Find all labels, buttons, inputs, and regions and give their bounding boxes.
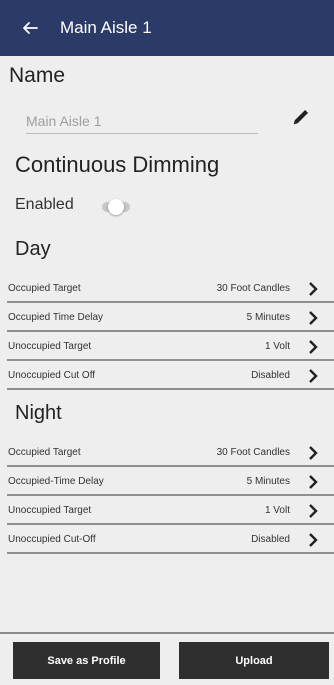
chevron-right-icon bbox=[300, 279, 326, 299]
chevron-right-icon bbox=[300, 472, 326, 492]
row-label: Occupied Time Delay bbox=[8, 312, 104, 323]
day-row-occupied-time-delay[interactable]: Occupied Time Delay 5 Minutes bbox=[7, 305, 334, 332]
enabled-label: Enabled bbox=[15, 196, 74, 213]
night-row-occupied-time-delay[interactable]: Occupied-Time Delay 5 Minutes bbox=[7, 469, 334, 496]
day-row-unoccupied-target[interactable]: Unoccupied Target 1 Volt bbox=[7, 334, 334, 361]
chevron-right-icon bbox=[300, 443, 326, 463]
row-value: 30 Foot Candles bbox=[216, 447, 290, 458]
continuous-dimming-toggle[interactable] bbox=[102, 199, 132, 215]
chevron-right-icon bbox=[300, 530, 326, 550]
save-as-profile-button[interactable]: Save as Profile bbox=[13, 642, 160, 679]
row-label: Unoccupied Target bbox=[8, 505, 92, 516]
app-bar: Main Aisle 1 bbox=[0, 0, 334, 56]
row-label: Occupied-Time Delay bbox=[8, 476, 104, 487]
day-row-occupied-target[interactable]: Occupied Target 30 Foot Candles bbox=[7, 276, 334, 303]
row-label: Occupied Target bbox=[8, 283, 81, 294]
row-value: 5 Minutes bbox=[246, 476, 290, 487]
page-title: Main Aisle 1 bbox=[60, 18, 152, 37]
day-heading: Day bbox=[15, 238, 51, 260]
arrow-left-icon[interactable] bbox=[10, 0, 50, 56]
day-row-unoccupied-cut-off[interactable]: Unoccupied Cut Off Disabled bbox=[7, 363, 334, 390]
night-row-unoccupied-target[interactable]: Unoccupied Target 1 Volt bbox=[7, 498, 334, 525]
chevron-right-icon bbox=[300, 308, 326, 328]
toggle-thumb bbox=[108, 199, 124, 215]
row-value: 5 Minutes bbox=[246, 312, 290, 323]
row-label: Unoccupied Target bbox=[8, 341, 92, 352]
chevron-right-icon bbox=[300, 501, 326, 521]
row-value: Disabled bbox=[251, 534, 290, 545]
upload-button[interactable]: Upload bbox=[179, 642, 329, 679]
pencil-icon[interactable] bbox=[290, 106, 312, 128]
row-label: Unoccupied Cut-Off bbox=[8, 534, 96, 545]
chevron-right-icon bbox=[300, 337, 326, 357]
row-label: Unoccupied Cut Off bbox=[8, 370, 96, 381]
name-input[interactable] bbox=[26, 108, 258, 134]
row-value: 1 Volt bbox=[264, 505, 290, 516]
chevron-right-icon bbox=[300, 366, 326, 386]
footer-divider bbox=[0, 632, 334, 634]
night-row-occupied-target[interactable]: Occupied Target 30 Foot Candles bbox=[7, 440, 334, 467]
row-value: 30 Foot Candles bbox=[216, 283, 290, 294]
row-label: Occupied Target bbox=[8, 447, 81, 458]
night-heading: Night bbox=[15, 402, 62, 424]
continuous-dimming-heading: Continuous Dimming bbox=[15, 152, 220, 177]
name-heading: Name bbox=[9, 64, 66, 87]
row-value: Disabled bbox=[251, 370, 290, 381]
row-value: 1 Volt bbox=[264, 341, 290, 352]
night-row-unoccupied-cut-off[interactable]: Unoccupied Cut-Off Disabled bbox=[7, 527, 334, 554]
